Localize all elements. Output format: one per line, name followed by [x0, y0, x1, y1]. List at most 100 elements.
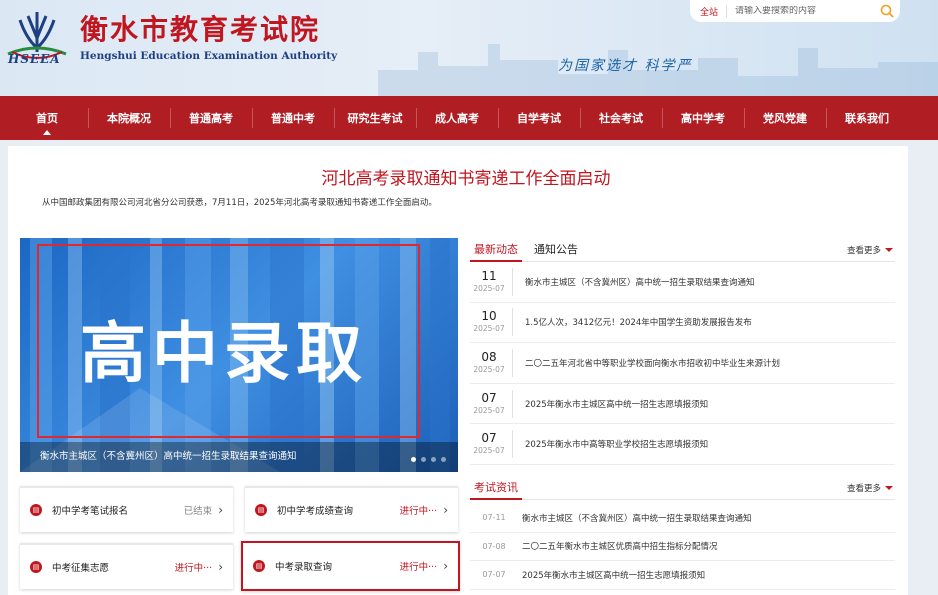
- banner-text: 高中录取: [80, 315, 368, 392]
- news-day: 10: [481, 309, 497, 324]
- exam-title[interactable]: 衡水市主城区（不含冀州区）高中统一招生录取结果查询通知: [518, 512, 752, 524]
- news-day: 11: [481, 268, 497, 283]
- exam-item[interactable]: 07-11 衡水市主城区（不含冀州区）高中统一招生录取结果查询通知: [470, 504, 895, 533]
- more-label: 查看更多: [846, 246, 881, 256]
- news-item[interactable]: 10 2025-07 1.5亿人次，3412亿元！2024年中国学生资助发展报告…: [470, 303, 895, 344]
- carousel-dot[interactable]: [411, 457, 416, 462]
- news-year-month: 2025-07: [473, 405, 505, 415]
- nav-item-about[interactable]: 本院概况: [88, 96, 170, 140]
- news-year-month: 2025-07: [473, 446, 505, 456]
- divider: [512, 348, 513, 377]
- search-button[interactable]: [874, 0, 900, 22]
- divider: [512, 267, 513, 296]
- headline-title[interactable]: 河北高考录取通知书寄递工作全面启动: [8, 164, 924, 189]
- divider: [512, 308, 513, 337]
- chevron-right-icon: ›: [218, 560, 223, 574]
- card-admission-query[interactable]: ▤ 中考录取查询 进行中··· ›: [241, 541, 460, 591]
- exam-more-link[interactable]: 查看更多: [847, 482, 893, 494]
- nav-item-party-building[interactable]: 党风党建: [744, 96, 826, 140]
- news-day: 08: [481, 349, 497, 364]
- document-icon: ▤: [30, 561, 42, 573]
- news-list: 11 2025-07 衡水市主城区（不含冀州区）高中统一招生录取结果查询通知 1…: [470, 262, 895, 465]
- nav-item-high-school-exam[interactable]: 高中学考: [662, 96, 744, 140]
- search-box: 全站: [690, 0, 900, 22]
- card-status: 进行中···: [399, 506, 438, 517]
- more-label: 查看更多: [846, 484, 881, 494]
- news-item[interactable]: 07 2025-07 2025年衡水市中高等职业学校招生志愿填报须知: [470, 424, 895, 465]
- news-day: 07: [481, 390, 497, 405]
- news-title[interactable]: 1.5亿人次，3412亿元！2024年中国学生资助发展报告发布: [525, 316, 752, 328]
- carousel-dots: [411, 457, 446, 462]
- document-icon: ▤: [253, 560, 265, 572]
- exam-info-list: 07-11 衡水市主城区（不含冀州区）高中统一招生录取结果查询通知 07-08 …: [470, 504, 895, 590]
- site-title[interactable]: 衡水市教育考试院: [80, 8, 320, 48]
- news-title[interactable]: 二〇二五年河北省中等职业学校面向衡水市招收初中毕业生来源计划: [525, 357, 780, 369]
- exam-date: 07-08: [482, 541, 506, 551]
- chevron-right-icon: ›: [218, 503, 223, 517]
- banner-caption[interactable]: 衡水市主城区（不含冀州区）高中统一招生录取结果查询通知: [20, 442, 458, 472]
- search-scope-select[interactable]: 全站: [690, 4, 728, 18]
- card-status: 进行中···: [174, 563, 213, 574]
- card-written-exam-registration[interactable]: ▤ 初中学考笔试报名 已结束 ›: [20, 486, 233, 532]
- news-title[interactable]: 2025年衡水市中高等职业学校招生志愿填报须知: [525, 438, 708, 450]
- card-label: 中考录取查询: [275, 562, 333, 573]
- news-year-month: 2025-07: [473, 364, 505, 374]
- site-header: HSEEA 衡水市教育考试院 Hengshui Education Examin…: [0, 0, 938, 96]
- caret-down-icon: [885, 248, 893, 252]
- chevron-right-icon: ›: [443, 559, 448, 573]
- tab-exam-info[interactable]: 考试资讯: [470, 478, 522, 500]
- document-icon: ▤: [30, 504, 42, 516]
- card-status: 进行中···: [399, 562, 438, 573]
- chevron-right-icon: ›: [443, 503, 448, 517]
- news-date: 07 2025-07: [470, 391, 512, 417]
- carousel-dot[interactable]: [441, 457, 446, 462]
- exam-item[interactable]: 07-08 二〇二五年衡水市主城区优质高中招生指标分配情况: [470, 533, 895, 561]
- card-status: 已结束: [183, 506, 213, 517]
- exam-title[interactable]: 2025年衡水市主城区高中统一招生志愿填报须知: [518, 569, 705, 581]
- divider: [512, 430, 513, 459]
- news-more-link[interactable]: 查看更多: [847, 244, 893, 256]
- search-input[interactable]: [727, 6, 874, 16]
- search-icon: [880, 4, 894, 18]
- exam-info-header: 考试资讯 查看更多: [470, 478, 895, 500]
- document-icon: ▤: [255, 504, 267, 516]
- news-date: 08 2025-07: [470, 350, 512, 376]
- news-tabs: 最新动态 通知公告 查看更多: [470, 240, 895, 262]
- news-date: 07 2025-07: [470, 431, 512, 457]
- nav-item-adult-exam[interactable]: 成人高考: [416, 96, 498, 140]
- nav-item-home[interactable]: 首页: [6, 96, 88, 140]
- main-nav: 首页 本院概况 普通高考 普通中考 研究生考试 成人高考 自学考试 社会考试 高…: [0, 96, 938, 140]
- nav-item-self-study-exam[interactable]: 自学考试: [498, 96, 580, 140]
- divider: [512, 389, 513, 418]
- card-supplementary-application[interactable]: ▤ 中考征集志愿 进行中··· ›: [20, 543, 233, 589]
- nav-item-graduate-exam[interactable]: 研究生考试: [334, 96, 416, 140]
- banner-carousel[interactable]: 高中录取 衡水市主城区（不含冀州区）高中统一招生录取结果查询通知: [20, 238, 458, 472]
- nav-item-gaokao[interactable]: 普通高考: [170, 96, 252, 140]
- news-date: 10 2025-07: [470, 309, 512, 335]
- nav-item-social-exam[interactable]: 社会考试: [580, 96, 662, 140]
- site-subtitle: Hengshui Education Examination Authority: [80, 50, 338, 62]
- exam-date: 07-11: [482, 513, 506, 523]
- exam-item[interactable]: 07-07 2025年衡水市主城区高中统一招生志愿填报须知: [470, 561, 895, 590]
- news-item[interactable]: 07 2025-07 2025年衡水市主城区高中统一招生志愿填报须知: [470, 384, 895, 425]
- exam-title[interactable]: 二〇二五年衡水市主城区优质高中招生指标分配情况: [518, 540, 718, 552]
- news-title[interactable]: 2025年衡水市主城区高中统一招生志愿填报须知: [525, 398, 708, 410]
- carousel-dot[interactable]: [421, 457, 426, 462]
- news-year-month: 2025-07: [473, 324, 505, 334]
- logo-abbreviation: HSEEA: [8, 52, 61, 66]
- caret-down-icon: [885, 486, 893, 490]
- news-item[interactable]: 11 2025-07 衡水市主城区（不含冀州区）高中统一招生录取结果查询通知: [470, 262, 895, 303]
- card-label: 初中学考成绩查询: [277, 506, 354, 517]
- card-label: 中考征集志愿: [52, 563, 110, 574]
- tab-notices[interactable]: 通知公告: [534, 240, 578, 260]
- news-item[interactable]: 08 2025-07 二〇二五年河北省中等职业学校面向衡水市招收初中毕业生来源计…: [470, 343, 895, 384]
- news-day: 07: [481, 431, 497, 446]
- news-title[interactable]: 衡水市主城区（不含冀州区）高中统一招生录取结果查询通知: [525, 276, 755, 288]
- carousel-dot[interactable]: [431, 457, 436, 462]
- card-score-query[interactable]: ▤ 初中学考成绩查询 进行中··· ›: [245, 486, 458, 532]
- nav-item-zhongkao[interactable]: 普通中考: [252, 96, 334, 140]
- tab-latest-news[interactable]: 最新动态: [470, 240, 522, 262]
- news-year-month: 2025-07: [473, 283, 505, 293]
- card-label: 初中学考笔试报名: [52, 506, 129, 517]
- nav-item-contact[interactable]: 联系我们: [826, 96, 908, 140]
